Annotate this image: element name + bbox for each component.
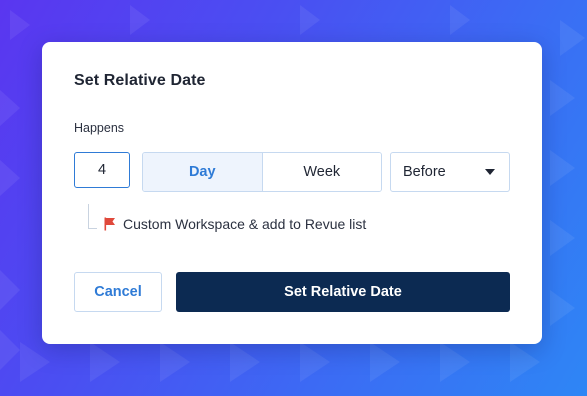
set-relative-date-dialog: Set Relative Date Happens Day Week Befor…	[42, 42, 542, 344]
flag-icon	[104, 217, 115, 231]
task-item-label: Custom Workspace & add to Revue list	[123, 216, 367, 232]
unit-toggle-group: Day Week	[142, 152, 382, 192]
happens-label: Happens	[74, 121, 125, 135]
direction-select-value: Before	[403, 164, 446, 180]
caret-down-icon	[485, 169, 495, 175]
quantity-input[interactable]	[74, 152, 130, 188]
unit-week-button[interactable]: Week	[261, 153, 381, 191]
tree-connector	[88, 204, 97, 229]
task-item: Custom Workspace & add to Revue list	[104, 216, 366, 232]
direction-select[interactable]: Before	[390, 152, 510, 192]
cancel-button[interactable]: Cancel	[74, 272, 162, 312]
dialog-title: Set Relative Date	[74, 72, 206, 89]
set-relative-date-button[interactable]: Set Relative Date	[176, 272, 510, 312]
unit-day-button[interactable]: Day	[143, 153, 262, 191]
